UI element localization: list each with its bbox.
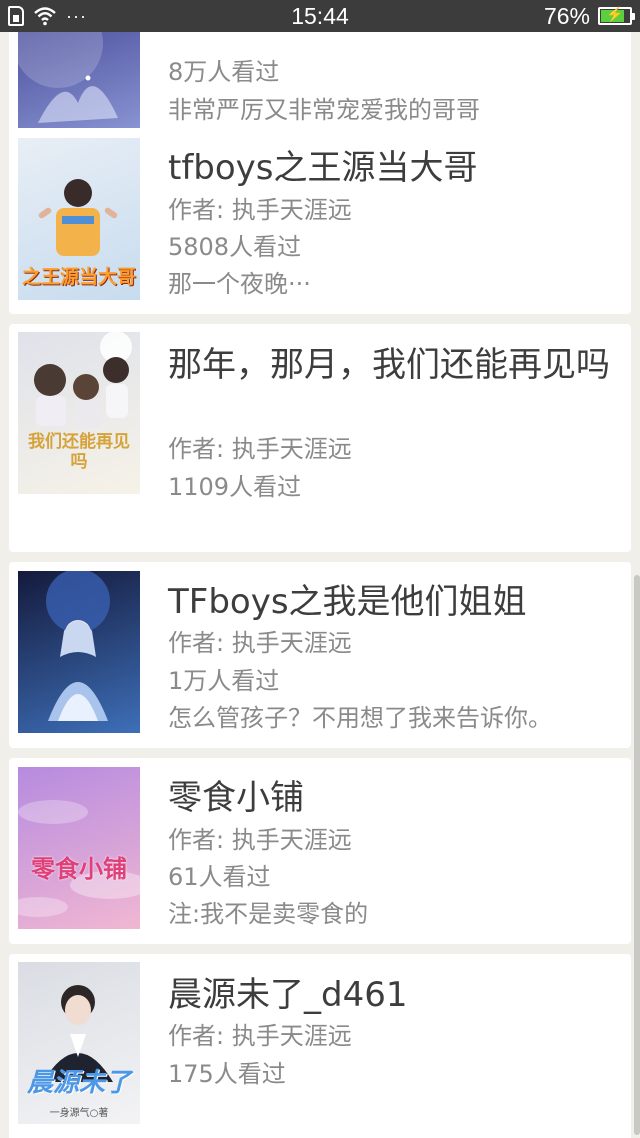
book-card[interactable]: 我们还能再见吗 那年，那月，我们还能再见吗 作者: 执手天涯远 1109人看过 <box>9 324 631 552</box>
book-author: 作者: 执手天涯远 <box>168 435 352 463</box>
book-title: 零食小铺 <box>168 778 304 818</box>
book-description: 怎么管孩子？不用想了我来告诉你。 <box>168 704 552 732</box>
cover-artwork <box>43 985 113 1082</box>
book-views: 1109人看过 <box>168 473 302 501</box>
book-cover: 零食小铺 <box>18 767 140 929</box>
book-views: 61人看过 <box>168 863 271 891</box>
book-card[interactable]: 之王源当大哥 tfboys之王源当大哥 作者: 执手天涯远 5808人看过 那一… <box>9 128 631 314</box>
book-author: 作者: 执手天涯远 <box>168 629 352 657</box>
book-cover: 我们还能再见吗 <box>18 332 140 494</box>
book-card[interactable]: 晨源未了 一身源气○著 晨源未了_d461 作者: 执手天涯远 175人看过 <box>9 954 631 1138</box>
book-description: 非常严厉又非常宠爱我的哥哥 <box>168 96 480 124</box>
status-bar-right: 76% ⚡ <box>543 3 635 29</box>
cover-artwork <box>46 571 110 721</box>
scrollbar-thumb[interactable] <box>634 575 640 1135</box>
book-cover <box>18 571 140 733</box>
book-cover: 晨源未了 一身源气○著 <box>18 962 140 1124</box>
book-title: tfboys之王源当大哥 <box>168 148 478 188</box>
book-views: 1万人看过 <box>168 667 280 695</box>
book-description: 那一个夜晚··· <box>168 270 311 298</box>
cover-title-text: 我们还能再见吗 <box>28 432 130 472</box>
cover-title-text: 晨源未了 <box>26 1068 131 1098</box>
charging-icon: ⚡ <box>606 6 624 22</box>
book-title: 晨源未了_d461 <box>168 975 408 1015</box>
book-description: 注:我不是卖零食的 <box>168 900 369 928</box>
battery-icon: ⚡ <box>598 6 635 25</box>
book-title: 那年，那月，我们还能再见吗 <box>168 345 610 385</box>
battery-percent: 76% <box>543 3 590 29</box>
book-views: 175人看过 <box>168 1060 286 1088</box>
book-author: 作者: 执手天涯远 <box>168 196 352 224</box>
cover-artwork <box>18 800 140 917</box>
book-views: 5808人看过 <box>168 233 302 261</box>
cover-author-text: 一身源气○著 <box>49 1108 109 1119</box>
book-card[interactable]: 零食小铺 零食小铺 作者: 执手天涯远 61人看过 注:我不是卖零食的 <box>9 758 631 944</box>
book-author: 作者: 执手天涯远 <box>168 1022 352 1050</box>
book-cover: 之王源当大哥 <box>18 138 140 300</box>
book-title: TFboys之我是他们姐姐 <box>168 582 527 622</box>
book-card[interactable]: TFboys之我是他们姐姐 作者: 执手天涯远 1万人看过 怎么管孩子？不用想了… <box>9 562 631 748</box>
book-author: 作者: 执手天涯远 <box>168 826 352 854</box>
status-bar: ··· 15:44 76% ⚡ <box>0 0 640 32</box>
cover-title-text: 之王源当大哥 <box>21 266 136 288</box>
cover-title-text: 零食小铺 <box>31 855 127 883</box>
book-list[interactable]: 8万人看过 非常严厉又非常宠爱我的哥哥 之王源当大哥 tfboys之王源当大哥 … <box>0 32 640 1138</box>
book-views: 8万人看过 <box>168 58 280 86</box>
